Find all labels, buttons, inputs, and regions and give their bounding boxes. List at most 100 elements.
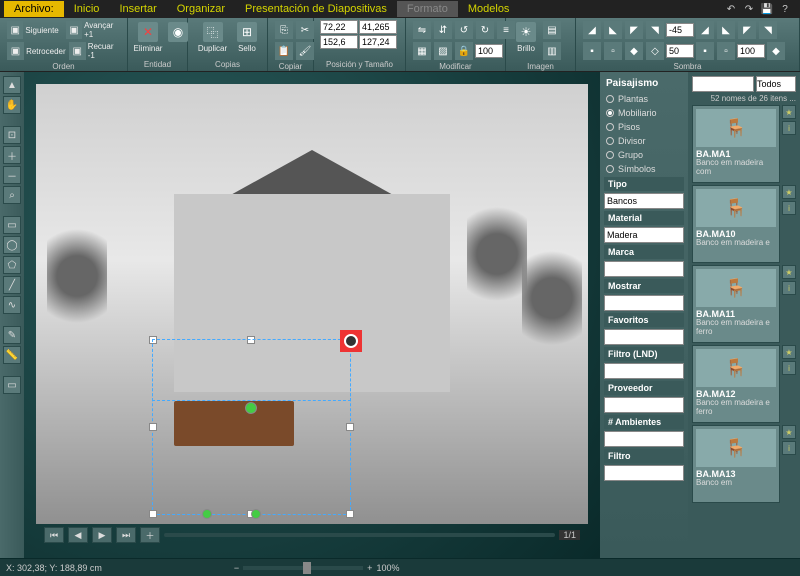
- paste-icon[interactable]: 📋: [275, 42, 293, 60]
- brillo-button[interactable]: ☀Brillo: [512, 20, 540, 55]
- cut-icon[interactable]: ✂: [296, 21, 314, 39]
- shadow12-icon[interactable]: ◇: [646, 42, 664, 60]
- shadow6-icon[interactable]: ◣: [717, 21, 735, 39]
- format-paint-icon[interactable]: 🖌: [296, 42, 314, 60]
- avancar-button[interactable]: Avançar +1: [84, 21, 121, 39]
- item2-fav-button[interactable]: ★: [782, 265, 796, 279]
- shadow11-icon[interactable]: ◆: [625, 42, 643, 60]
- catalog-item-0[interactable]: 🪑BA.MA1Banco em madeira com: [692, 105, 780, 183]
- nav-add-button[interactable]: ＋: [140, 527, 160, 543]
- menu-formato[interactable]: Formato: [397, 1, 458, 17]
- menu-archivo[interactable]: Archivo:: [4, 1, 64, 17]
- cat-plantas[interactable]: Plantas: [604, 93, 684, 105]
- shadow13-icon[interactable]: ▪: [696, 42, 714, 60]
- shadow14-icon[interactable]: ▫: [717, 42, 735, 60]
- nav-track[interactable]: [164, 533, 555, 537]
- menu-organizar[interactable]: Organizar: [167, 1, 235, 17]
- zoom-minus-icon[interactable]: −: [234, 563, 239, 573]
- eliminar-button[interactable]: ✕Eliminar: [134, 20, 162, 55]
- material-select[interactable]: [604, 227, 684, 243]
- pos-x-input[interactable]: [320, 20, 358, 34]
- lock-icon[interactable]: 🔒: [455, 42, 473, 60]
- zoom-out-tool[interactable]: －: [3, 166, 21, 184]
- shadow5-icon[interactable]: ◢: [696, 21, 714, 39]
- mod-val-input[interactable]: [475, 44, 503, 58]
- catalog-item-3[interactable]: 🪑BA.MA12Banco em madeira e ferro: [692, 345, 780, 423]
- help-icon[interactable]: ?: [778, 2, 792, 16]
- save-icon[interactable]: 💾: [760, 2, 774, 16]
- img-fx2-icon[interactable]: ▥: [543, 42, 561, 60]
- catalog-item-4[interactable]: 🪑BA.MA13Banco em: [692, 425, 780, 503]
- nav-last-button[interactable]: ⏭: [116, 527, 136, 543]
- pos-y-input[interactable]: [359, 20, 397, 34]
- polygon-tool[interactable]: ⬠: [3, 256, 21, 274]
- zoom-region-tool[interactable]: ⌕: [3, 186, 21, 204]
- rotate-r-icon[interactable]: ↻: [476, 21, 494, 39]
- nav-next-button[interactable]: ▶: [92, 527, 112, 543]
- shadow10-icon[interactable]: ▫: [604, 42, 622, 60]
- retroceder-button[interactable]: Retroceder: [26, 47, 66, 56]
- catalog-item-2[interactable]: 🪑BA.MA11Banco em madeira e ferro: [692, 265, 780, 343]
- zoom-in-tool[interactable]: ＋: [3, 146, 21, 164]
- cat-divisor[interactable]: Divisor: [604, 135, 684, 147]
- flip-v-icon[interactable]: ⇵: [434, 21, 452, 39]
- sello-button[interactable]: ⊞Sello: [233, 20, 261, 55]
- item4-info-button[interactable]: i: [782, 441, 796, 455]
- avancar-icon[interactable]: ▣: [66, 21, 82, 39]
- curve-tool[interactable]: ∿: [3, 296, 21, 314]
- redo-icon[interactable]: ↷: [742, 2, 756, 16]
- nav-prev-button[interactable]: ◀: [68, 527, 88, 543]
- recuar-icon[interactable]: ▣: [69, 42, 86, 60]
- size-w-input[interactable]: [320, 35, 358, 49]
- zoom-control[interactable]: − + 100%: [234, 563, 400, 573]
- item0-info-button[interactable]: i: [782, 121, 796, 135]
- filtro-lnd-select[interactable]: [604, 363, 684, 379]
- item4-fav-button[interactable]: ★: [782, 425, 796, 439]
- shadow9-icon[interactable]: ▪: [583, 42, 601, 60]
- line-tool[interactable]: ╱: [3, 276, 21, 294]
- siguiente-icon[interactable]: ▣: [7, 21, 23, 39]
- cat-pisos[interactable]: Pisos: [604, 121, 684, 133]
- recuar-button[interactable]: Recuar -1: [88, 42, 121, 60]
- shadow1-icon[interactable]: ◢: [583, 21, 601, 39]
- search-input[interactable]: [692, 76, 754, 92]
- shadow2-icon[interactable]: ◣: [604, 21, 622, 39]
- item3-fav-button[interactable]: ★: [782, 345, 796, 359]
- filtro-select[interactable]: [604, 465, 684, 481]
- duplicar-button[interactable]: ⿻Duplicar: [194, 20, 231, 55]
- nav-first-button[interactable]: ⏮: [44, 527, 64, 543]
- item1-info-button[interactable]: i: [782, 201, 796, 215]
- menu-presentacion[interactable]: Presentación de Diapositivas: [235, 1, 397, 17]
- shadow8-icon[interactable]: ◥: [759, 21, 777, 39]
- scope-select[interactable]: [756, 76, 796, 92]
- zoom-thumb[interactable]: [303, 562, 311, 574]
- menu-modelos[interactable]: Modelos: [458, 1, 520, 17]
- ungroup-icon[interactable]: ▨: [434, 42, 452, 60]
- ellipse-tool[interactable]: ◯: [3, 236, 21, 254]
- zoom-fit-tool[interactable]: ⊡: [3, 126, 21, 144]
- shadow3-icon[interactable]: ◤: [625, 21, 643, 39]
- zoom-plus-icon[interactable]: +: [367, 563, 372, 573]
- eyedropper-tool[interactable]: ✎: [3, 326, 21, 344]
- shadow-blur-input[interactable]: [737, 44, 765, 58]
- group-icon[interactable]: ▦: [413, 42, 431, 60]
- catalog-item-1[interactable]: 🪑BA.MA10Banco em madeira e: [692, 185, 780, 263]
- menu-insertar[interactable]: Insertar: [109, 1, 166, 17]
- selection-inner[interactable]: [152, 339, 351, 401]
- undo-icon[interactable]: ↶: [724, 2, 738, 16]
- shadow-ang-input[interactable]: [666, 23, 694, 37]
- anchor-marker[interactable]: [340, 330, 362, 352]
- copy-icon[interactable]: ⎘: [275, 21, 293, 39]
- hand-tool[interactable]: ✋: [3, 96, 21, 114]
- proveedor-select[interactable]: [604, 397, 684, 413]
- img-fx1-icon[interactable]: ▤: [543, 21, 561, 39]
- menu-inicio[interactable]: Inicio: [64, 1, 110, 17]
- favoritos-select[interactable]: [604, 329, 684, 345]
- shadow4-icon[interactable]: ◥: [646, 21, 664, 39]
- shadow7-icon[interactable]: ◤: [738, 21, 756, 39]
- measure-tool[interactable]: 📏: [3, 346, 21, 364]
- shadow15-icon[interactable]: ◆: [767, 42, 785, 60]
- shadow-dist-input[interactable]: [666, 44, 694, 58]
- tipo-select[interactable]: [604, 193, 684, 209]
- design-canvas[interactable]: [36, 84, 588, 524]
